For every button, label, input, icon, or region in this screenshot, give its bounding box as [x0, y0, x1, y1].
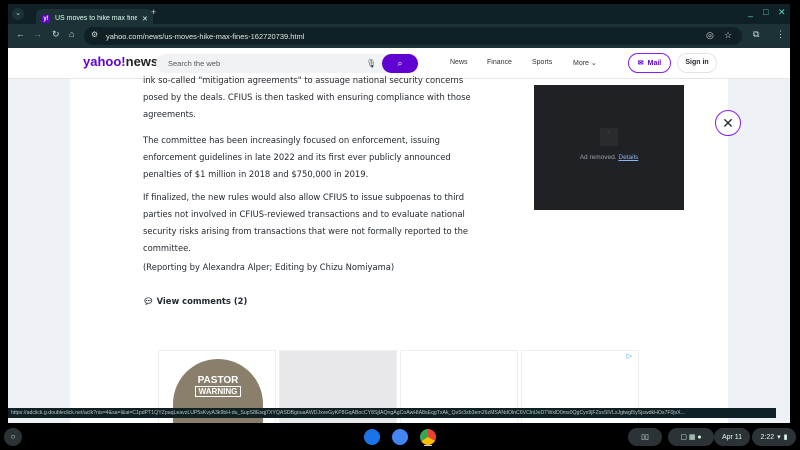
yahoo-favicon-icon: y! — [42, 14, 50, 23]
adchoices-icon[interactable]: ▷ — [627, 352, 632, 360]
reload-icon[interactable]: ↻ — [52, 29, 60, 40]
date-pill[interactable]: Apr 11 — [714, 428, 750, 446]
yahoo-news-logo[interactable]: yahoo!news — [83, 54, 158, 69]
ad-placeholder-icon: ✕ — [600, 128, 618, 146]
battery-icon: ▮ — [783, 434, 788, 441]
minimize-icon[interactable]: _ — [748, 7, 753, 17]
home-icon[interactable]: ⌂ — [69, 29, 74, 39]
ad-removed-box: ✕ Ad removed. Details — [534, 85, 684, 210]
nav-sports[interactable]: Sports — [532, 59, 552, 66]
close-ad-button[interactable]: ✕ — [715, 110, 741, 136]
sign-in-button[interactable]: Sign in — [677, 53, 717, 73]
nav-news[interactable]: News — [450, 59, 468, 66]
extensions-icon[interactable]: ⧉ — [753, 29, 759, 40]
tab-close-icon[interactable]: ✕ — [142, 15, 148, 23]
bookmark-star-icon[interactable]: ☆ — [724, 30, 732, 41]
comment-icon: 💬︎ — [143, 296, 154, 306]
new-tab-button[interactable]: + — [151, 7, 156, 17]
chrome-app-icon[interactable] — [420, 429, 436, 445]
search-icon: ⌕ — [397, 58, 403, 68]
article-paragraph: The committee has been increasingly focu… — [143, 135, 451, 179]
status-bar-url: https://adclick.g.doubleclick.net/aclk?n… — [8, 408, 776, 418]
microphone-icon[interactable]: 🎙 — [366, 59, 376, 68]
tracking-eye-icon[interactable]: ◎ — [706, 30, 714, 41]
tab-title: US moves to hike max fines to... — [55, 15, 137, 22]
search-button[interactable]: ⌕ — [382, 54, 418, 73]
article-credit: (Reporting by Alexandra Alper; Editing b… — [143, 262, 395, 272]
tab-search-button[interactable]: ⌄ — [12, 8, 24, 20]
back-icon[interactable]: ← — [16, 29, 25, 39]
search-input[interactable]: Search the web — [156, 54, 390, 73]
web-page: yahoo!news Search the web 🎙 ⌕ News Finan… — [8, 48, 790, 423]
address-bar[interactable]: ⚙ yahoo.com/news/us-moves-hike-max-fines… — [84, 27, 742, 45]
view-comments-link[interactable]: 💬︎ View comments (2) — [143, 293, 483, 310]
mail-button[interactable]: ✉ Mail — [628, 53, 671, 73]
tab-strip: ⌄ y! US moves to hike max fines to... ✕ … — [8, 4, 790, 28]
article-paragraph: ink so-called "mitigation agreements" to… — [143, 75, 471, 119]
active-indicator — [424, 445, 432, 446]
maximize-icon[interactable]: □ — [763, 7, 768, 17]
tote-button[interactable]: ▯▯ — [628, 428, 662, 446]
url-text: yahoo.com/news/us-moves-hike-max-fines-1… — [106, 31, 305, 41]
launcher-button[interactable]: ○ — [4, 428, 22, 446]
nav-more[interactable]: More ⌄ — [573, 59, 597, 67]
status-icons-pill[interactable]: ▢ ▦ ● — [668, 428, 714, 446]
article-paragraph: If finalized, the new rules would also a… — [143, 192, 469, 253]
menu-icon[interactable]: ⋮ — [776, 29, 785, 40]
site-info-icon[interactable]: ⚙ — [91, 30, 98, 39]
system-tray[interactable]: 2:22 ▾ ▮ — [752, 428, 796, 446]
close-window-icon[interactable]: ✕ — [778, 7, 786, 18]
nav-finance[interactable]: Finance — [487, 59, 512, 66]
ad-details-link[interactable]: Details — [618, 154, 638, 161]
mail-icon: ✉ — [637, 60, 644, 67]
wifi-icon: ▾ — [777, 434, 781, 441]
forward-icon[interactable]: → — [33, 29, 42, 39]
files-app-icon[interactable] — [364, 429, 380, 445]
docs-app-icon[interactable] — [392, 429, 408, 445]
